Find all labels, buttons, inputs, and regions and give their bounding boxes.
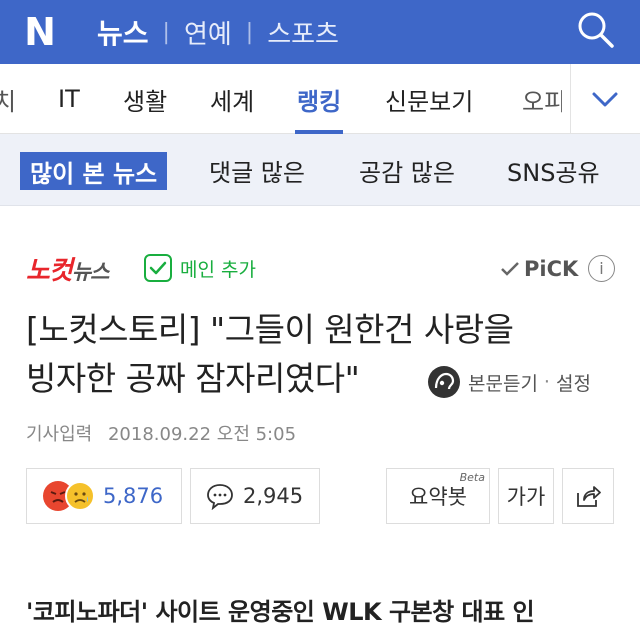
share-icon: [577, 486, 601, 507]
nav-entertainment[interactable]: 연예: [184, 14, 232, 51]
comment-button[interactable]: 2,945: [190, 468, 320, 524]
listen-separator: ·: [543, 371, 550, 393]
category-it[interactable]: IT: [58, 64, 80, 134]
reaction-count: 5,876: [103, 484, 164, 508]
comment-count: 2,945: [243, 484, 304, 508]
summary-bot-button[interactable]: 요약봇 Beta: [386, 468, 490, 524]
article-title-line1: [노컷스토리] "그들이 원한건 사랑을: [26, 310, 514, 349]
chevron-down-icon[interactable]: [586, 84, 624, 114]
category-clipped-right[interactable]: 오피: [522, 64, 562, 134]
add-to-main-button[interactable]: 메인 추가: [144, 250, 256, 286]
article-lead: '코피노파더' 사이트 운영중인 WLK 구본창 대표 인: [26, 598, 535, 626]
font-size-label: 가가: [506, 485, 546, 509]
nav-divider: |: [245, 19, 254, 45]
listen-audio-icon[interactable]: [428, 366, 460, 398]
reaction-button[interactable]: 5,876: [26, 468, 182, 524]
top-header: N 뉴스 | 연예 | 스포츠: [0, 0, 640, 64]
naver-logo[interactable]: N: [0, 0, 80, 64]
listen-settings-button[interactable]: 설정: [556, 369, 591, 396]
sad-emoji-icon: [65, 481, 95, 511]
summary-bot-label: 요약봇 Beta: [409, 471, 485, 509]
search-icon[interactable]: [572, 6, 618, 52]
share-button[interactable]: [562, 468, 614, 524]
publisher-logo[interactable]: 노컷뉴스: [26, 248, 109, 288]
publish-date: 기사입력 2018.09.22 오전 5:05: [26, 420, 296, 446]
category-ranking[interactable]: 랭킹: [294, 64, 344, 134]
font-size-button[interactable]: 가가: [498, 468, 554, 524]
publish-date-label: 기사입력: [26, 424, 93, 445]
nav-news[interactable]: 뉴스: [97, 12, 149, 52]
listen-button[interactable]: 본문듣기: [468, 369, 538, 396]
checkmark-icon: [144, 254, 172, 282]
comment-icon: [207, 484, 233, 510]
nav-sports[interactable]: 스포츠: [267, 14, 339, 51]
category-clipped-left[interactable]: 치: [0, 64, 16, 134]
category-world[interactable]: 세계: [210, 64, 254, 134]
publisher-name: 노컷뉴스: [26, 255, 109, 286]
info-icon[interactable]: i: [588, 255, 615, 282]
subtab-most-comments[interactable]: 댓글 많은: [209, 134, 305, 206]
top-nav: 뉴스 | 연예 | 스포츠: [97, 0, 339, 64]
listen-controls: 본문듣기 · 설정: [428, 364, 591, 400]
category-divider: [570, 64, 571, 134]
pick-badge: PiCK: [500, 252, 578, 286]
category-newspaper[interactable]: 신문보기: [385, 64, 473, 134]
beta-badge: Beta: [459, 471, 485, 484]
category-bar: 치 IT 생활 세계 랭킹 신문보기 오피: [0, 64, 640, 134]
pick-check-icon: [501, 262, 519, 276]
subtab-most-likes[interactable]: 공감 많은: [359, 134, 455, 206]
publish-date-value: 2018.09.22 오전 5:05: [107, 424, 297, 445]
category-life[interactable]: 생활: [123, 64, 167, 134]
subtab-sns-share[interactable]: SNS공유: [507, 134, 600, 206]
subtab-most-viewed[interactable]: 많이 본 뉴스: [20, 152, 168, 190]
pick-label: PiCK: [524, 257, 579, 281]
nav-divider: |: [162, 19, 170, 45]
add-to-main-label: 메인 추가: [180, 258, 256, 281]
ranking-subtabs: 많이 본 뉴스 댓글 많은 공감 많은 SNS공유: [0, 134, 640, 206]
